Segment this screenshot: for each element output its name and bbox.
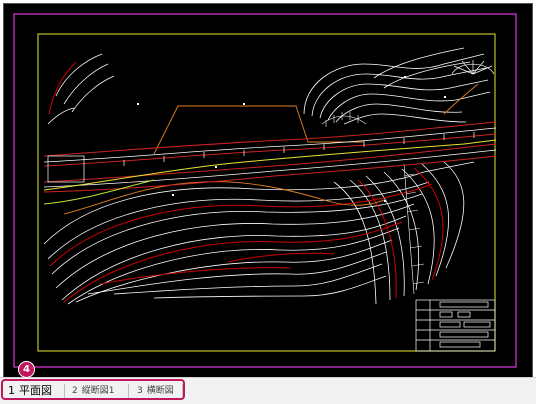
- contour-lines-north: [47, 47, 491, 125]
- centerline: [43, 139, 497, 205]
- title-block: [415, 299, 496, 352]
- cad-drawing: [13, 13, 517, 368]
- step-callout-badge: 4: [18, 361, 35, 378]
- tab-highlight-box: [1, 379, 185, 400]
- drawing-canvas[interactable]: [3, 3, 533, 378]
- survey-polyline: [63, 83, 479, 215]
- fan-symbol: [451, 60, 495, 75]
